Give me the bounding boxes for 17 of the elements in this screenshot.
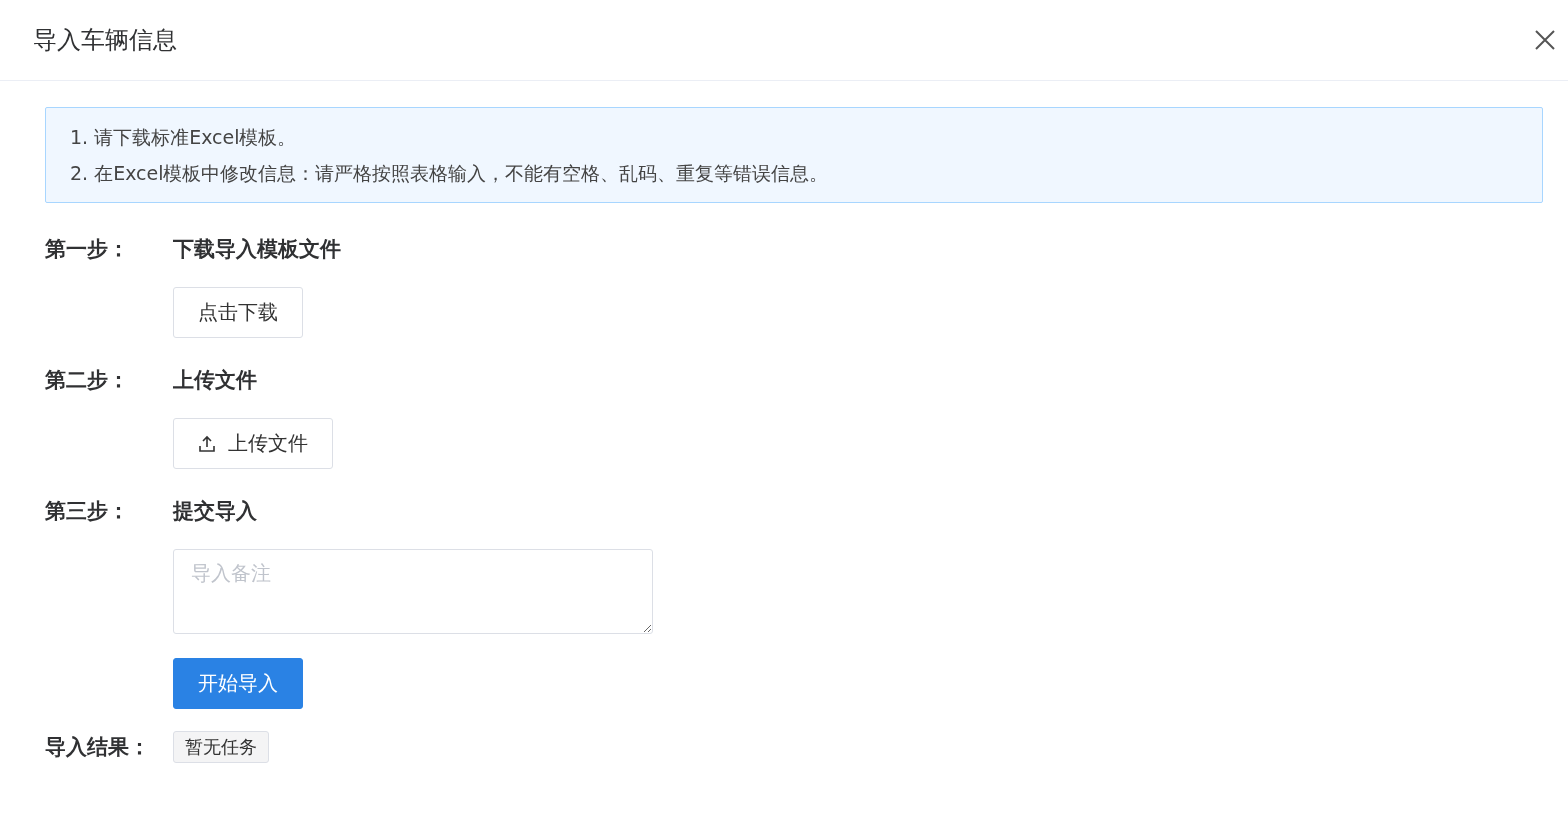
step-title: 下载导入模板文件 — [173, 236, 341, 263]
dialog-title: 导入车辆信息 — [33, 25, 177, 56]
close-icon — [1534, 29, 1556, 51]
step-title: 上传文件 — [173, 367, 257, 394]
step-label: 第一步： — [45, 236, 130, 263]
download-button[interactable]: 点击下载 — [173, 287, 303, 338]
step-label: 第三步： — [45, 498, 130, 525]
remark-field[interactable]: 导入备注 — [173, 549, 653, 634]
status-tag: 暂无任务 — [173, 731, 269, 763]
result-label: 导入结果： — [45, 734, 151, 761]
start-import-button[interactable]: 开始导入 — [173, 658, 303, 709]
upload-icon — [198, 434, 216, 453]
notice-text: 2. 在Excel模板中修改信息：请严格按照表格输入，不能有空格、乱码、重复等错误信息。 — [70, 161, 830, 186]
step-title: 提交导入 — [173, 498, 257, 525]
upload-button[interactable]: 上传文件 — [173, 418, 333, 469]
step-label: 第二步： — [45, 367, 130, 394]
notice-text: 1. 请下载标准Excel模板。 — [70, 125, 298, 150]
